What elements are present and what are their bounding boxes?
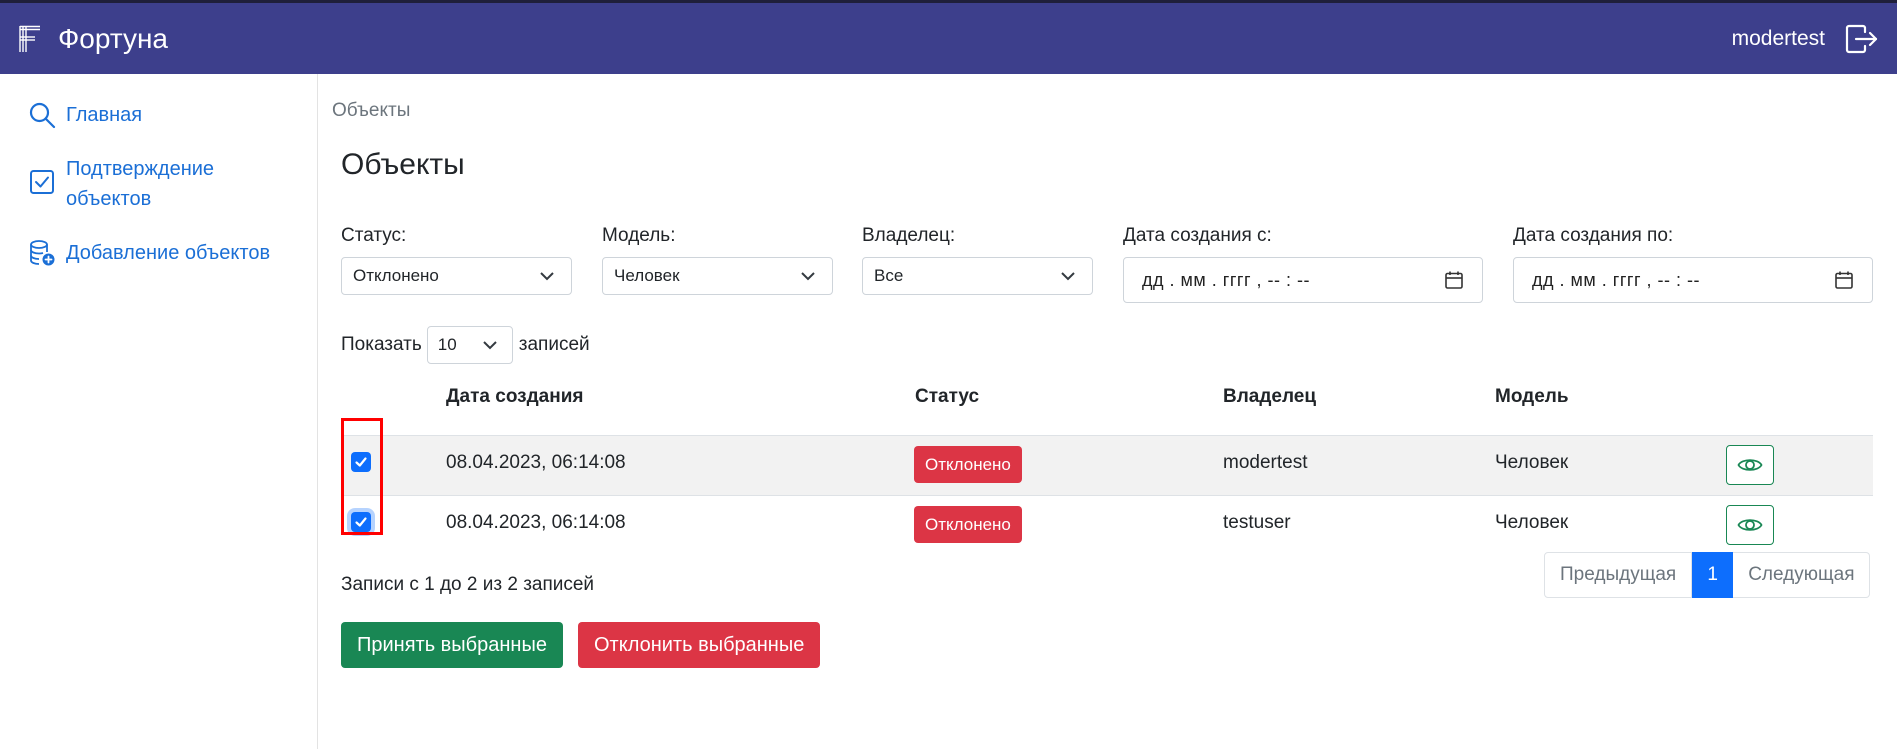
date-from-label: Дата создания с: (1123, 225, 1272, 246)
cell-date: 08.04.2023, 06:14:08 (446, 452, 626, 473)
pagination: Предыдущая 1 Следующая (1544, 552, 1871, 598)
breadcrumb[interactable]: Объекты (332, 100, 410, 122)
brand-name: Фортуна (58, 22, 168, 54)
logout-icon[interactable] (1845, 24, 1879, 54)
status-filter-label: Статус: (341, 225, 407, 246)
user-area: modertest (1732, 24, 1879, 54)
sidebar-item-add-objects[interactable]: Добавление объектов (28, 238, 296, 268)
table-row: 08.04.2023, 06:14:08 Отклонено modertest… (341, 435, 1873, 495)
accept-selected-button[interactable]: Принять выбранные (341, 622, 563, 668)
brand[interactable]: Фортуна (18, 23, 168, 55)
table-row: 08.04.2023, 06:14:08 Отклонено testuser … (341, 495, 1873, 555)
cell-owner: testuser (1223, 512, 1291, 533)
column-header-model[interactable]: Модель (1495, 386, 1569, 408)
sidebar-item-label: Добавление объектов (66, 242, 271, 264)
status-badge: Отклонено (914, 506, 1022, 543)
date-to-value: дд . мм . гггг , -- : -- (1532, 269, 1701, 290)
model-filter-select[interactable]: Человек (602, 257, 833, 295)
page-length-select[interactable]: 10 (426, 326, 513, 364)
chevron-down-icon (483, 341, 497, 350)
eye-icon (1737, 459, 1763, 471)
model-filter-label: Модель: (602, 225, 676, 246)
page-length-value: 10 (437, 335, 457, 354)
row-checkbox[interactable] (351, 452, 371, 472)
database-add-icon (30, 240, 55, 266)
column-header-owner[interactable]: Владелец (1223, 386, 1316, 408)
cell-owner: modertest (1223, 452, 1308, 473)
view-button[interactable] (1726, 505, 1774, 545)
chevron-down-icon (1061, 272, 1075, 281)
table-bottom-border (341, 495, 1873, 496)
status-filter-select[interactable]: Отклонено (341, 257, 572, 295)
column-header-date[interactable]: Дата создания (446, 386, 584, 408)
status-filter-value: Отклонено (353, 266, 439, 285)
date-to-label: Дата создания по: (1513, 225, 1674, 246)
status-badge: Отклонено (914, 446, 1022, 483)
date-from-value: дд . мм . гггг , -- : -- (1142, 269, 1311, 290)
cell-model: Человек (1495, 512, 1569, 533)
top-navbar: Фортуна modertest (0, 0, 1897, 74)
checkmark-icon (355, 517, 367, 527)
sidebar-item-home[interactable]: Главная (28, 100, 296, 130)
calendar-icon[interactable] (1834, 270, 1854, 290)
date-from-input[interactable]: дд . мм . гггг , -- : -- (1123, 257, 1483, 303)
date-to-input[interactable]: дд . мм . гггг , -- : -- (1513, 257, 1873, 303)
chevron-down-icon (540, 272, 554, 281)
current-user: modertest (1731, 26, 1825, 50)
reject-selected-button[interactable]: Отклонить выбранные (578, 622, 821, 668)
sidebar-item-label: Главная (66, 104, 143, 126)
checkbox-icon (30, 170, 54, 194)
sidebar-item-confirm-objects[interactable]: Подтверждение объектов (28, 154, 296, 214)
page-length-prefix: Показать (341, 334, 422, 355)
sidebar: Главная Подтверждение объектов Добавлени… (0, 74, 318, 749)
eye-icon (1737, 519, 1763, 531)
cell-model: Человек (1495, 452, 1569, 473)
sidebar-item-label: Подтверждение объектов (66, 158, 215, 210)
checkmark-icon (355, 457, 367, 467)
column-header-status[interactable]: Статус (915, 386, 979, 408)
row-checkbox[interactable] (351, 512, 371, 532)
pagination-next[interactable]: Следующая (1733, 552, 1871, 598)
owner-filter-value: Все (874, 266, 904, 285)
page-length-control: Показать 10 записей (341, 326, 590, 364)
table-info: Записи с 1 до 2 из 2 записей (341, 574, 595, 595)
model-filter-value: Человек (614, 266, 680, 285)
view-button[interactable] (1726, 445, 1774, 485)
owner-filter-label: Владелец: (862, 225, 956, 246)
calendar-icon[interactable] (1444, 270, 1464, 290)
cell-date: 08.04.2023, 06:14:08 (446, 512, 626, 533)
owner-filter-select[interactable]: Все (862, 257, 1093, 295)
chevron-down-icon (801, 272, 815, 281)
fortuna-logo-icon (19, 25, 40, 52)
pagination-previous[interactable]: Предыдущая (1544, 552, 1693, 598)
page-title: Объекты (341, 148, 465, 181)
search-icon (29, 102, 56, 129)
pagination-page-1[interactable]: 1 (1692, 552, 1734, 598)
page-length-suffix: записей (518, 334, 590, 355)
